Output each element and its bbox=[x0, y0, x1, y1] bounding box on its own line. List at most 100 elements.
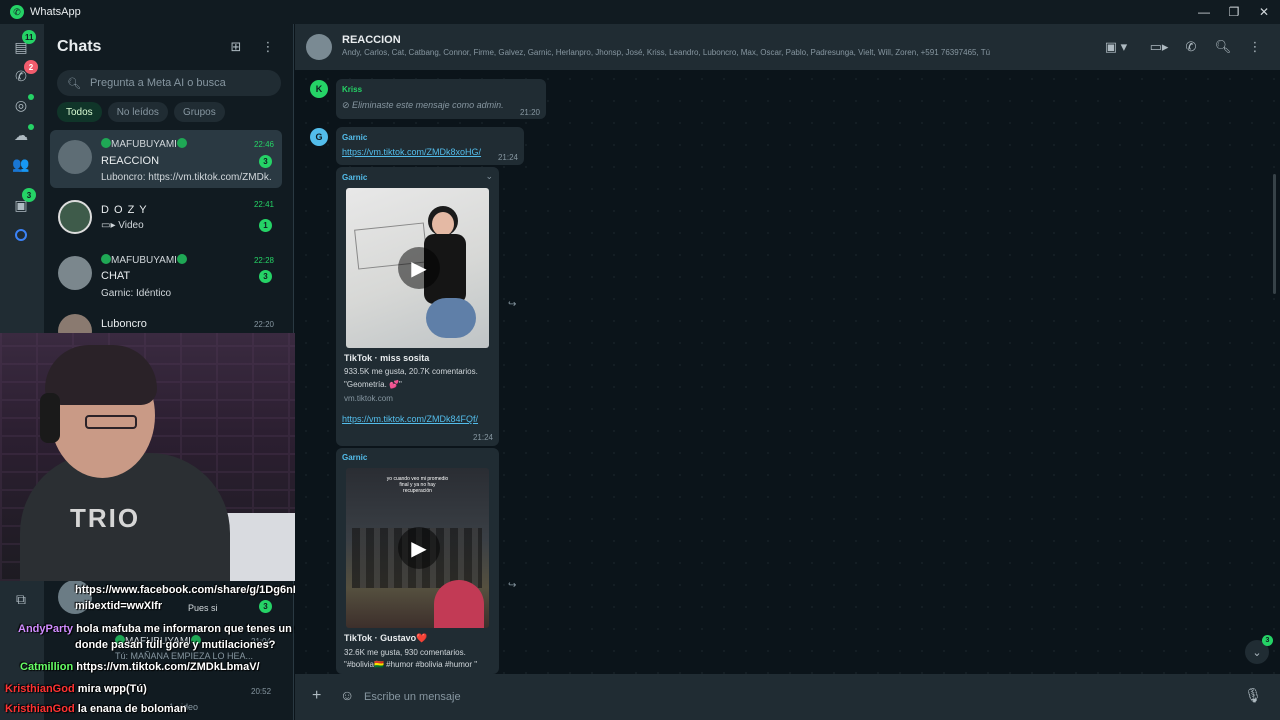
message-input[interactable] bbox=[364, 685, 1224, 709]
chat-name: Luboncro bbox=[101, 318, 147, 330]
message-bubble: Garnic yo cuando veo mi promedio final y… bbox=[336, 448, 499, 674]
maximize-button[interactable]: ❐ bbox=[1218, 0, 1250, 24]
voice-call-button[interactable]: ✆ bbox=[1182, 38, 1200, 56]
stream-chat-line: mibextid=wwXIfr bbox=[75, 600, 163, 612]
sender-avatar[interactable]: G bbox=[310, 128, 328, 146]
chat-preview: Pues si bbox=[188, 603, 218, 613]
group-avatar[interactable] bbox=[306, 34, 332, 60]
stream-chat-line: KristhianGod la enana de boloman bbox=[5, 703, 187, 715]
message-bubble: Garnic ⌄ ▶ TikTok · miss sosita 933.5K m… bbox=[336, 167, 499, 446]
chat-row-reaccion[interactable]: MAFUBUYAMI REACCION Luboncro: https://vm… bbox=[50, 130, 282, 188]
chat-row-chat[interactable]: MAFUBUYAMI CHAT Garnic: Idéntico 22:28 3 bbox=[50, 246, 282, 304]
play-button[interactable]: ▶ bbox=[398, 527, 440, 569]
chats-nav-button[interactable]: ▤ 11 bbox=[10, 30, 37, 58]
archive-nav-button[interactable]: ▣ 3 bbox=[10, 188, 36, 216]
chevron-down-icon: ▣ ▾ bbox=[1104, 39, 1128, 54]
group-avatars-dropdown[interactable]: ▣ ▾ bbox=[1101, 38, 1131, 56]
play-icon: ▶ bbox=[411, 257, 427, 280]
stream-chat-line: AndyParty hola mafuba me informaron que … bbox=[18, 623, 327, 635]
search-box: 🔍︎ bbox=[57, 70, 281, 96]
headset bbox=[40, 393, 60, 443]
calls-badge: 2 bbox=[24, 60, 38, 74]
filter-all[interactable]: Todos bbox=[57, 102, 102, 122]
calls-nav-button[interactable]: ✆ 2 bbox=[10, 60, 38, 87]
chat-row-dozy[interactable]: D O Z Y ▭▸ Video 22:41 1 bbox=[50, 190, 282, 248]
attach-plus-icon[interactable]: + bbox=[312, 687, 321, 705]
emoji-sticker-icon[interactable]: ☺ bbox=[340, 687, 354, 703]
meta-ai-button[interactable] bbox=[10, 224, 32, 246]
status-dot bbox=[28, 94, 34, 100]
glasses bbox=[85, 415, 137, 429]
conversation-menu-button[interactable]: ⋮ bbox=[1246, 38, 1264, 56]
link-card-title: TikTok · Gustavo❤️ bbox=[344, 633, 428, 643]
chat-preview: Garnic: Idéntico bbox=[101, 288, 172, 299]
group-title: REACCION bbox=[342, 34, 401, 46]
chat-name: CHAT bbox=[101, 270, 131, 282]
conversation-header[interactable]: REACCION Andy, Carlos, Cat, Catbang, Con… bbox=[295, 24, 1280, 70]
scroll-to-bottom-button[interactable]: ⌄ 3 bbox=[1245, 635, 1273, 664]
status-nav-button[interactable]: ◎ bbox=[10, 94, 34, 116]
video-thumbnail[interactable]: yo cuando veo mi promedio final y ya no … bbox=[346, 468, 489, 628]
video-camera-icon: ▭▸ bbox=[1149, 39, 1169, 54]
message-link[interactable]: https://vm.tiktok.com/ZMDk8xoHG/ bbox=[342, 147, 481, 157]
video-call-button[interactable]: ▭▸ bbox=[1149, 38, 1169, 56]
media-icon: ⧉ bbox=[16, 590, 26, 607]
communities-icon: 👥 bbox=[12, 155, 30, 172]
conversation-pane: REACCION Andy, Carlos, Cat, Catbang, Con… bbox=[295, 24, 1280, 720]
sender-name[interactable]: Garnic bbox=[342, 173, 367, 182]
channels-icon: ☁ bbox=[14, 126, 28, 143]
message-link[interactable]: https://vm.tiktok.com/ZMDk84FQf/ bbox=[342, 414, 478, 424]
communities-nav-button[interactable]: 👥 bbox=[10, 153, 32, 175]
phone-icon: ✆ bbox=[1185, 39, 1197, 54]
sender-name[interactable]: Kriss bbox=[342, 85, 362, 94]
sender-name[interactable]: Garnic bbox=[342, 453, 367, 462]
meta-ai-icon bbox=[15, 229, 27, 241]
unread-badge: 3 bbox=[259, 155, 272, 168]
link-card-stats: 32.6K me gusta, 930 comentarios. bbox=[344, 648, 466, 657]
sender-avatar[interactable]: K bbox=[310, 80, 328, 98]
chat-preview: Tú: MAÑANA EMPIEZA LO HEA... bbox=[115, 651, 254, 661]
media-nav-button[interactable]: ⧉ bbox=[10, 588, 32, 610]
channels-nav-button[interactable]: ☁ bbox=[10, 124, 34, 146]
forward-icon[interactable]: ↪ bbox=[508, 580, 516, 591]
group-members: Andy, Carlos, Cat, Catbang, Connor, Firm… bbox=[342, 48, 991, 57]
link-card-caption: "Geometría. 💕" bbox=[344, 380, 402, 389]
new-chat-button[interactable]: ⊞ bbox=[227, 38, 245, 56]
whatsapp-logo-icon: ✆ bbox=[10, 5, 24, 19]
chevron-down-icon[interactable]: ⌄ bbox=[485, 171, 493, 182]
minimize-button[interactable]: — bbox=[1188, 0, 1220, 24]
chat-name: D O Z Y bbox=[101, 204, 148, 216]
stream-chat-line: KristhianGod mira wpp(Tú) bbox=[5, 683, 147, 695]
scrollbar[interactable] bbox=[1273, 174, 1276, 294]
chat-prefix: MAFUBUYAMI bbox=[101, 254, 187, 266]
unread-badge: 1 bbox=[259, 219, 272, 232]
video-caption: yo cuando veo mi promedio final y ya no … bbox=[386, 476, 449, 494]
unread-badge: 3 bbox=[1262, 635, 1273, 646]
message-time: 21:24 bbox=[497, 153, 518, 162]
search-icon: 🔍︎ bbox=[1214, 39, 1232, 54]
search-messages-button[interactable]: 🔍︎ bbox=[1214, 38, 1232, 56]
title-bar: ✆ WhatsApp — ❐ ✕ bbox=[0, 0, 1280, 24]
chat-time: 22:20 bbox=[253, 320, 274, 329]
play-icon: ▶ bbox=[411, 537, 427, 560]
channels-dot bbox=[28, 124, 34, 130]
close-button[interactable]: ✕ bbox=[1248, 0, 1280, 24]
link-card-stats: 933.5K me gusta, 20.7K comentarios. bbox=[344, 367, 478, 376]
forward-icon[interactable]: ↪ bbox=[508, 299, 516, 310]
avatar bbox=[58, 200, 92, 234]
sender-name[interactable]: Garnic bbox=[342, 133, 367, 142]
search-icon: 🔍︎ bbox=[67, 77, 81, 90]
chat-time: 20:52 bbox=[251, 687, 272, 696]
search-input[interactable] bbox=[89, 77, 270, 89]
message-time: 21:24 bbox=[472, 433, 493, 442]
chat-prefix: MAFUBUYAMI bbox=[101, 138, 187, 150]
chatlist-menu-button[interactable]: ⋮ bbox=[259, 38, 277, 56]
filter-unread[interactable]: No leídos bbox=[107, 102, 168, 122]
stream-chat-line: Catmillion https://vm.tiktok.com/ZMDkLbm… bbox=[20, 661, 260, 673]
chat-preview: Luboncro: https://vm.tiktok.com/ZMDk... bbox=[101, 172, 271, 183]
microphone-icon[interactable]: 🎙︎ bbox=[1244, 687, 1262, 704]
video-thumbnail[interactable]: ▶ bbox=[346, 188, 489, 348]
play-button[interactable]: ▶ bbox=[398, 247, 440, 289]
kebab-menu-icon: ⋮ bbox=[1248, 39, 1262, 54]
filter-groups[interactable]: Grupos bbox=[173, 102, 225, 122]
